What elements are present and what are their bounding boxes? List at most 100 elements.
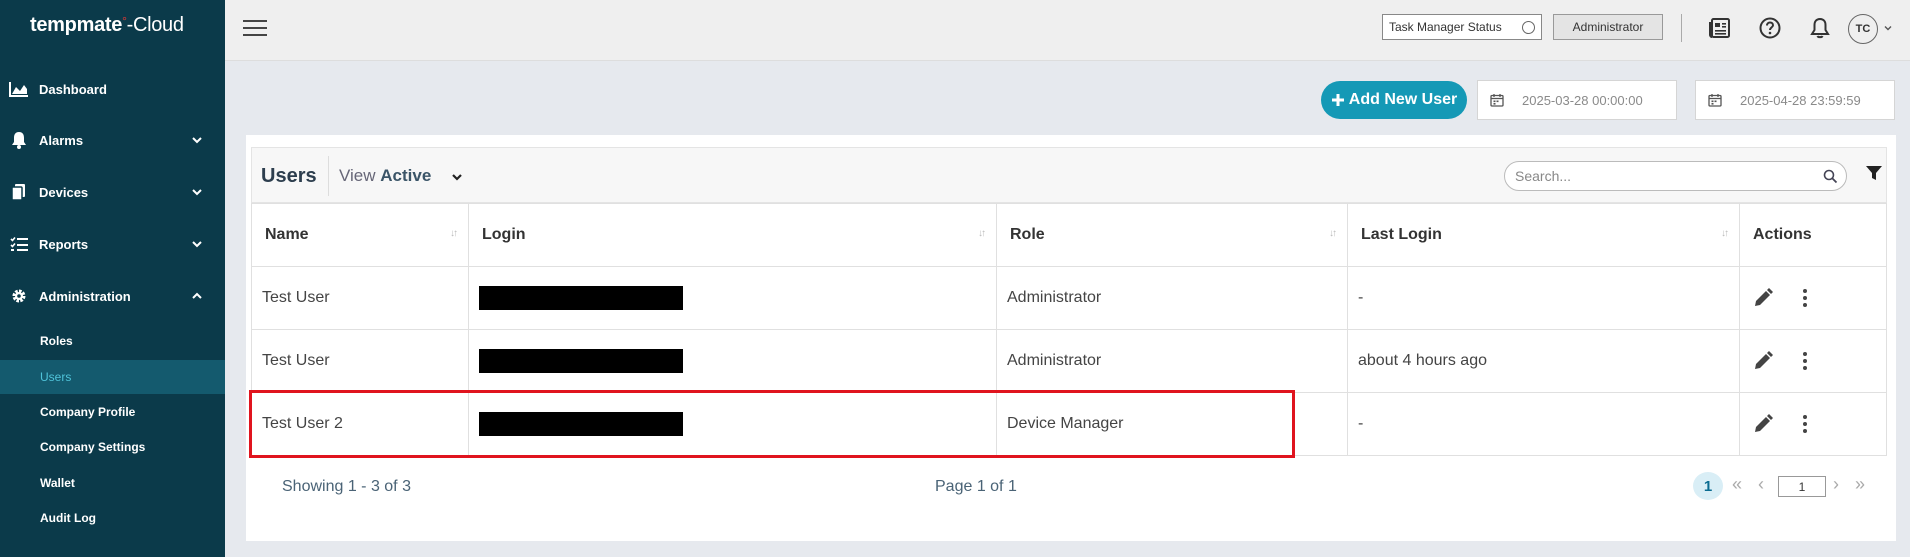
sidebar-subitem-audit-log[interactable]: Audit Log — [0, 501, 225, 535]
cell-actions — [1739, 392, 1887, 456]
edit-pencil-icon[interactable] — [1752, 350, 1774, 372]
role-button[interactable]: Administrator — [1553, 14, 1663, 40]
cell-role: Device Manager — [996, 392, 1348, 456]
sort-icon[interactable]: ↓↑ — [978, 228, 986, 239]
sidebar-subitem-roles[interactable]: Roles — [0, 324, 225, 358]
column-header-name[interactable]: Name ↓↑ — [251, 203, 469, 267]
more-vertical-icon[interactable] — [1794, 350, 1816, 372]
column-header-label: Last Login — [1361, 226, 1442, 243]
table-row[interactable]: Test User Administrator about 4 hours ag… — [251, 329, 1887, 393]
divider — [1681, 14, 1682, 42]
plus-icon — [1331, 94, 1344, 106]
date-from-input[interactable]: 2025-03-28 00:00:00 — [1477, 80, 1677, 120]
column-header-last-login[interactable]: Last Login ↓↑ — [1347, 203, 1740, 267]
sidebar-subitem-label: Company Settings — [40, 440, 146, 454]
bell-icon — [9, 130, 29, 150]
gear-icon — [9, 286, 29, 306]
sidebar-item-label: Dashboard — [39, 81, 107, 97]
panel-header: Users View Active — [251, 147, 1887, 203]
sidebar-subitem-label: Roles — [40, 334, 73, 348]
sidebar-subitem-users[interactable]: Users — [0, 360, 225, 394]
sidebar-subitem-label: Company Profile — [40, 405, 136, 419]
sidebar-item-administration[interactable]: Administration — [0, 276, 225, 316]
logo-suffix: -Cloud — [126, 14, 184, 36]
column-header-role[interactable]: Role ↓↑ — [996, 203, 1348, 267]
cell-role: Administrator — [996, 266, 1348, 330]
filter-icon[interactable] — [1864, 163, 1884, 183]
sidebar-item-reports[interactable]: Reports — [0, 224, 225, 264]
cell-last-login: - — [1347, 392, 1740, 456]
redacted-login — [479, 412, 683, 436]
logo-brand: tempmate — [30, 14, 123, 36]
calendar-icon — [1490, 94, 1504, 107]
edit-pencil-icon[interactable] — [1752, 287, 1774, 309]
search-input[interactable] — [1515, 168, 1815, 184]
view-selector[interactable]: View Active — [339, 166, 431, 186]
redacted-login — [479, 349, 683, 373]
page-1-button[interactable]: 1 — [1693, 472, 1723, 500]
cell-name: Test User 2 — [251, 392, 469, 456]
users-panel: Users View Active Name ↓↑ Login ↓↑ Role ↓↑ … — [246, 135, 1896, 541]
chevron-down-icon[interactable] — [1882, 22, 1894, 34]
redacted-login — [479, 286, 683, 310]
sidebar-item-label: Administration — [39, 288, 131, 304]
sort-icon[interactable]: ↓↑ — [450, 228, 458, 239]
table-row[interactable]: Test User 2 Device Manager - — [251, 392, 1887, 456]
showing-count: Showing 1 - 3 of 3 — [282, 478, 411, 495]
users-table: Name ↓↑ Login ↓↑ Role ↓↑ Last Login ↓↑ Actio… — [251, 203, 1887, 456]
add-user-button[interactable]: Add New User — [1321, 81, 1467, 119]
sidebar-subitem-wallet[interactable]: Wallet — [0, 466, 225, 500]
chevron-down-icon[interactable] — [450, 170, 464, 184]
more-vertical-icon[interactable] — [1794, 287, 1816, 309]
sidebar: tempmate°-Cloud Dashboard Alarms Devices… — [0, 0, 225, 557]
area-chart-icon — [9, 79, 29, 99]
last-page-icon[interactable]: » — [1855, 474, 1865, 495]
cell-role: Administrator — [996, 329, 1348, 393]
column-header-label: Actions — [1753, 226, 1812, 243]
table-header-row: Name ↓↑ Login ↓↑ Role ↓↑ Last Login ↓↑ Actio… — [251, 203, 1887, 267]
hamburger-menu-icon[interactable] — [243, 20, 267, 40]
column-header-label: Name — [265, 226, 309, 243]
chevron-up-icon — [192, 292, 202, 299]
cell-actions — [1739, 266, 1887, 330]
page-info: Page 1 of 1 — [935, 478, 1017, 495]
task-manager-status-toggle[interactable]: Task Manager Status — [1382, 14, 1542, 40]
search-icon[interactable] — [1823, 169, 1838, 184]
cell-actions — [1739, 329, 1887, 393]
app-logo[interactable]: tempmate°-Cloud — [30, 14, 184, 37]
sidebar-subitem-label: Wallet — [40, 476, 75, 490]
help-icon[interactable] — [1757, 15, 1783, 41]
task-manager-status-label: Task Manager Status — [1389, 20, 1502, 34]
column-header-label: Role — [1010, 226, 1045, 243]
previous-page-icon[interactable]: ‹ — [1758, 474, 1764, 495]
sidebar-item-dashboard[interactable]: Dashboard — [0, 69, 225, 109]
next-page-icon[interactable]: › — [1833, 474, 1839, 495]
cell-name: Test User — [251, 329, 469, 393]
notification-bell-icon[interactable] — [1807, 15, 1833, 41]
column-header-login[interactable]: Login ↓↑ — [468, 203, 997, 267]
news-icon[interactable] — [1707, 15, 1733, 41]
first-page-icon[interactable]: « — [1732, 474, 1742, 495]
sidebar-item-devices[interactable]: Devices — [0, 172, 225, 212]
cell-login — [468, 266, 997, 330]
sidebar-subitem-company-settings[interactable]: Company Settings — [0, 430, 225, 464]
view-prefix: View — [339, 166, 376, 185]
avatar[interactable]: TC — [1848, 14, 1878, 44]
chevron-down-icon — [192, 189, 202, 196]
sort-icon[interactable]: ↓↑ — [1329, 228, 1337, 239]
sort-icon[interactable]: ↓↑ — [1721, 228, 1729, 239]
sidebar-subitem-company-profile[interactable]: Company Profile — [0, 395, 225, 429]
edit-pencil-icon[interactable] — [1752, 413, 1774, 435]
more-vertical-icon[interactable] — [1794, 413, 1816, 435]
date-to-input[interactable]: 2025-04-28 23:59:59 — [1695, 80, 1895, 120]
page-title: Users — [261, 165, 317, 187]
table-row[interactable]: Test User Administrator - — [251, 266, 1887, 330]
sidebar-subitem-label: Audit Log — [40, 511, 96, 525]
view-value: Active — [380, 166, 432, 185]
chevron-down-icon — [192, 241, 202, 248]
page-number-input[interactable] — [1778, 476, 1826, 497]
cell-login — [468, 392, 997, 456]
sidebar-item-alarms[interactable]: Alarms — [0, 120, 225, 160]
divider — [328, 156, 329, 196]
status-radio-icon[interactable] — [1522, 21, 1535, 34]
